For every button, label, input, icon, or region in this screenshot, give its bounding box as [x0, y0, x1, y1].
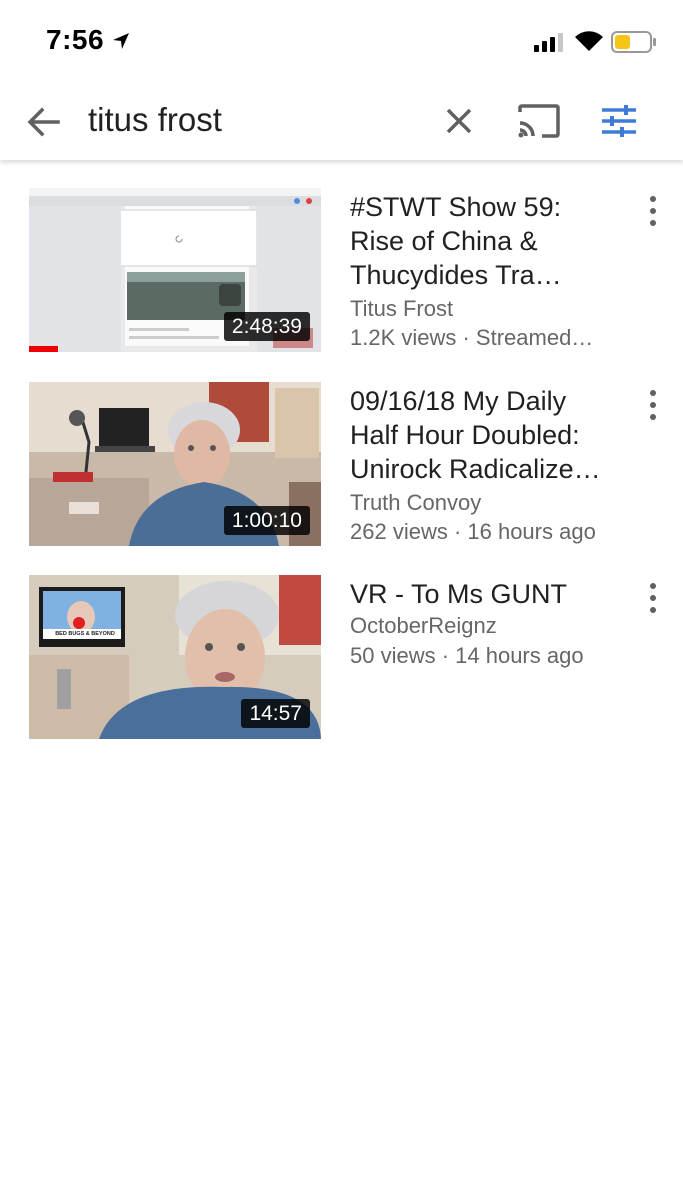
video-title[interactable]: VR - To Ms GUNT: [350, 577, 620, 611]
video-thumbnail[interactable]: 1:00:10: [29, 382, 321, 546]
video-result[interactable]: 2:48:39 #STWT Show 59: Rise of China & T…: [0, 188, 683, 358]
status-time: 7:56: [46, 24, 105, 55]
location-arrow-icon: [113, 33, 129, 49]
channel-name: Truth Convoy: [350, 490, 482, 515]
video-title[interactable]: 09/16/18 My Daily Half Hour Doubled: Uni…: [350, 384, 620, 486]
video-meta: 262 views · 16 hours ago: [350, 519, 596, 544]
battery-icon: [611, 31, 656, 53]
channel-name: Titus Frost: [350, 296, 454, 321]
close-icon[interactable]: [440, 102, 478, 140]
channel-name: OctoberReignz: [350, 613, 497, 638]
watch-progress-bar: [29, 346, 59, 352]
video-duration: 1:00:10: [223, 506, 310, 535]
filter-icon[interactable]: [598, 102, 640, 140]
cast-icon[interactable]: [516, 102, 562, 140]
video-duration: 14:57: [241, 699, 310, 728]
video-meta: 50 views · 14 hours ago: [350, 643, 584, 668]
thumbnail-caption: BED BUGS & BEYOND: [55, 631, 115, 637]
video-title[interactable]: #STWT Show 59: Rise of China & Thucydide…: [350, 190, 620, 292]
back-arrow-icon[interactable]: [24, 104, 64, 140]
search-header: titus frost: [0, 84, 683, 160]
video-duration: 2:48:39: [223, 312, 310, 341]
wifi-icon: [575, 31, 603, 51]
status-bar: 7:56: [0, 0, 683, 84]
video-meta: 1.2K views · Streamed…: [350, 325, 594, 350]
more-options-icon[interactable]: [640, 388, 666, 424]
more-options-icon[interactable]: [640, 194, 666, 230]
cellular-signal-icon: [534, 33, 563, 52]
search-query[interactable]: titus frost: [88, 101, 222, 139]
video-thumbnail[interactable]: BED BUGS & BEYOND 14:57: [29, 575, 321, 739]
video-result[interactable]: BED BUGS & BEYOND 14:57 VR - To Ms GUNT …: [0, 575, 683, 745]
video-thumbnail[interactable]: 2:48:39: [29, 188, 321, 352]
more-options-icon[interactable]: [640, 581, 666, 617]
video-result[interactable]: 1:00:10 09/16/18 My Daily Half Hour Doub…: [0, 382, 683, 552]
